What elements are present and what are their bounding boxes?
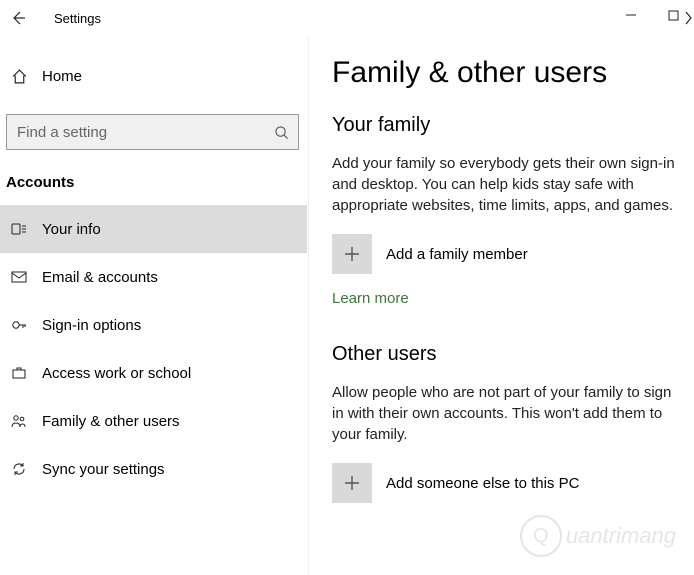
nav-item-label: Email & accounts — [42, 269, 158, 286]
app-title: Settings — [36, 11, 101, 26]
search-box[interactable] — [6, 114, 299, 150]
search-container — [0, 98, 307, 150]
section-title-family: Your family — [332, 114, 684, 137]
nav-item-email-accounts[interactable]: Email & accounts — [0, 253, 307, 301]
arrow-left-icon — [9, 9, 27, 27]
page-title: Family & other users — [332, 56, 684, 90]
briefcase-icon — [10, 364, 28, 382]
home-icon — [10, 67, 28, 85]
forward-overflow-icon — [674, 4, 694, 32]
nav-item-label: Access work or school — [42, 365, 191, 382]
add-other-label: Add someone else to this PC — [386, 475, 579, 492]
plus-tile — [332, 463, 372, 503]
add-other-user-button[interactable]: Add someone else to this PC — [332, 463, 684, 503]
add-family-label: Add a family member — [386, 246, 528, 263]
main-content: Family & other users Your family Add you… — [308, 36, 694, 575]
family-description: Add your family so everybody gets their … — [332, 153, 677, 216]
plus-icon — [343, 474, 361, 492]
person-icon — [10, 220, 28, 238]
home-nav-item[interactable]: Home — [0, 54, 307, 98]
nav-item-work-school[interactable]: Access work or school — [0, 349, 307, 397]
nav-item-label: Sync your settings — [42, 461, 165, 478]
home-label: Home — [42, 68, 82, 85]
nav-item-label: Your info — [42, 221, 101, 238]
nav-item-label: Family & other users — [42, 413, 180, 430]
section-title-others: Other users — [332, 343, 684, 366]
add-family-member-button[interactable]: Add a family member — [332, 234, 684, 274]
nav-sidebar: Home Accounts Your info Em — [0, 36, 308, 575]
nav-item-family-users[interactable]: Family & other users — [0, 397, 307, 445]
back-button[interactable] — [0, 0, 36, 36]
learn-more-link[interactable]: Learn more — [332, 290, 409, 307]
nav-item-label: Sign-in options — [42, 317, 141, 334]
titlebar: Settings — [0, 0, 694, 36]
search-icon — [272, 123, 290, 141]
minimize-icon — [625, 9, 637, 21]
mail-icon — [10, 268, 28, 286]
minimize-button[interactable] — [610, 0, 652, 30]
nav-list: Your info Email & accounts Sign-in optio… — [0, 205, 307, 493]
people-icon — [10, 412, 28, 430]
nav-item-your-info[interactable]: Your info — [0, 205, 307, 253]
others-description: Allow people who are not part of your fa… — [332, 382, 677, 445]
nav-item-sync-settings[interactable]: Sync your settings — [0, 445, 307, 493]
plus-icon — [343, 245, 361, 263]
nav-item-signin-options[interactable]: Sign-in options — [0, 301, 307, 349]
plus-tile — [332, 234, 372, 274]
sync-icon — [10, 460, 28, 478]
key-icon — [10, 316, 28, 334]
nav-group-header: Accounts — [0, 150, 307, 205]
search-input[interactable] — [17, 124, 272, 141]
